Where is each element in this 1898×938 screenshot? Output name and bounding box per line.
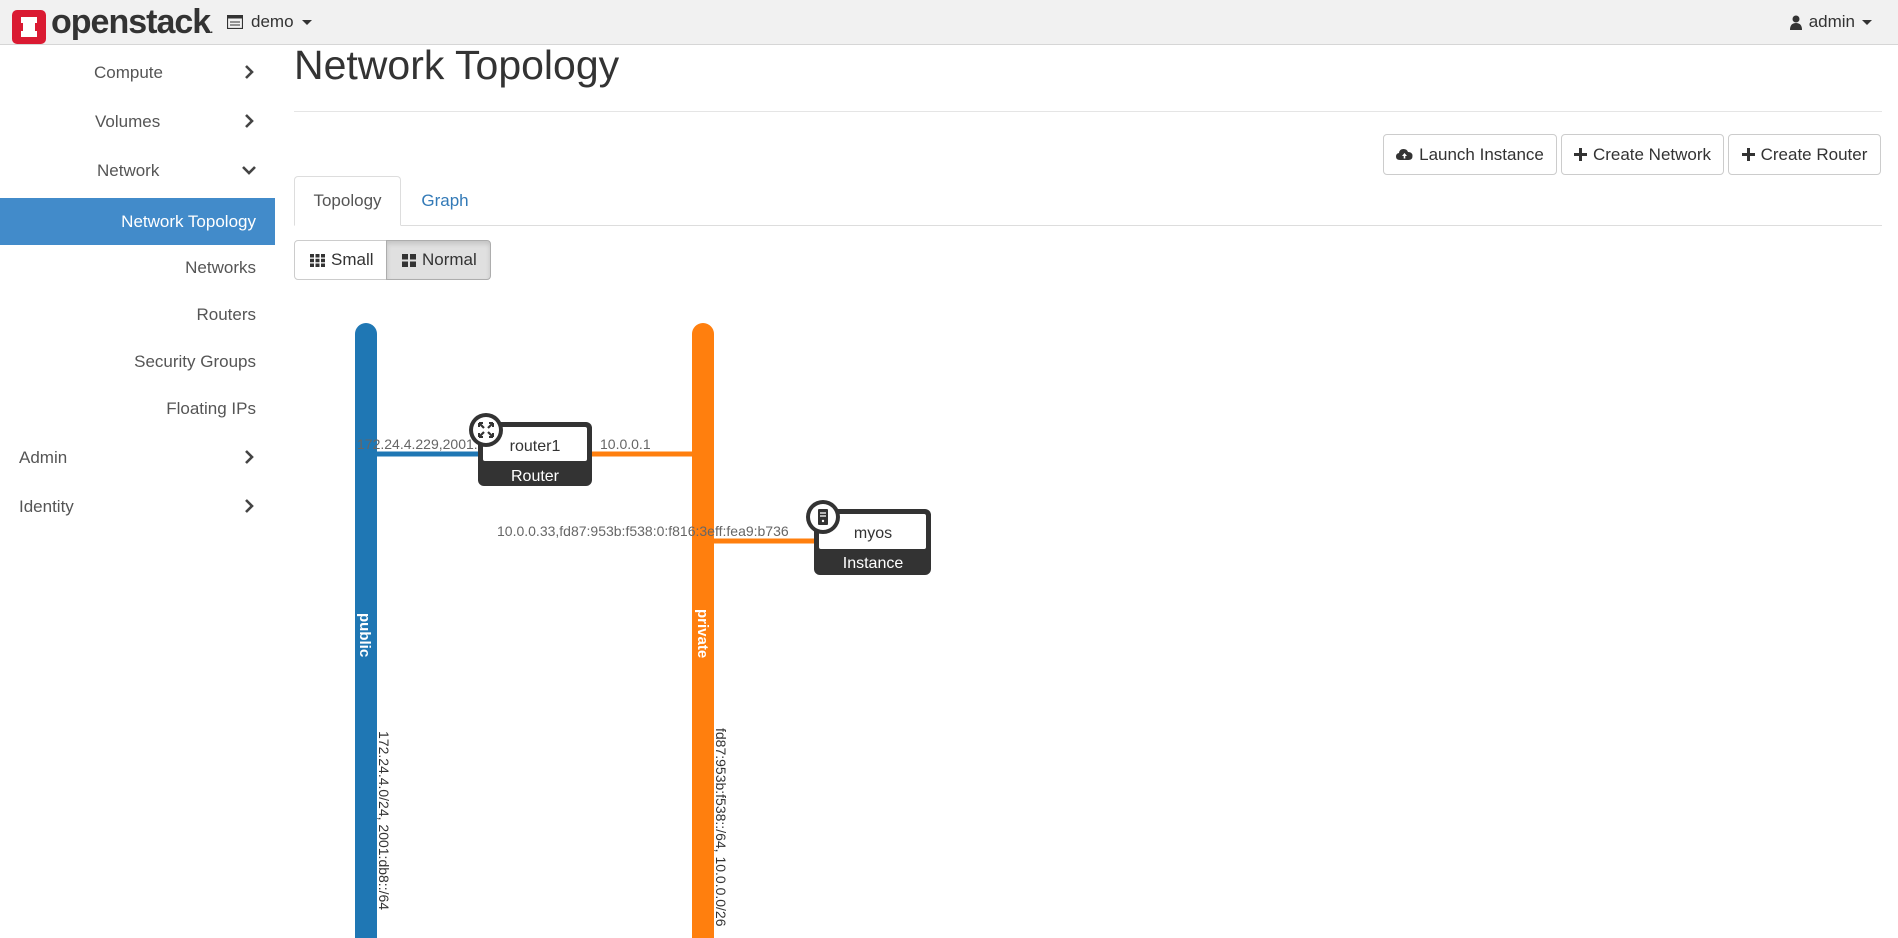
create-router-label: Create Router [1760,144,1868,164]
normal-view-button[interactable]: Normal [386,240,491,280]
chevron-right-icon [245,499,254,513]
create-network-label: Create Network [1592,144,1712,164]
brand-logo-link[interactable]: openstack. [12,3,213,48]
sidebar-item-label: Routers [196,305,256,324]
chevron-right-icon [245,450,254,464]
grid-small-icon [310,253,325,267]
chevron-right-icon [245,65,254,79]
network-public[interactable]: public 172.24.4.0/24, 2001:db8::/64 [355,323,392,938]
launch-instance-label: Launch Instance [1419,144,1544,164]
top-navbar: openstack. demo admin [0,0,1898,45]
sidebar-item-label: Compute [94,63,163,82]
sidebar-item-volumes[interactable]: Volumes [0,99,275,145]
sidebar-item-label: Networks [185,258,256,277]
create-router-button[interactable]: Create Router [1728,134,1881,175]
sidebar-item-compute[interactable]: Compute [0,50,275,96]
openstack-logo-icon [12,9,46,44]
sidebar: Compute Volumes Network Network Topology… [0,45,275,938]
grid-large-icon [402,253,416,267]
chevron-right-icon [245,114,254,128]
sidebar-item-label: Floating IPs [166,399,256,418]
user-name: admin [1808,12,1855,31]
sidebar-item-label: Network Topology [121,212,256,231]
sidebar-item-label: Volumes [95,112,161,131]
chevron-down-icon [242,166,256,175]
tab-graph[interactable]: Graph [405,176,485,226]
launch-instance-button[interactable]: Launch Instance [1383,134,1557,175]
cloud-upload-icon [1396,149,1413,160]
plus-icon [1741,148,1755,161]
caret-down-icon [301,19,312,25]
router-name: router1 [510,438,561,455]
sidebar-item-identity[interactable]: Identity [0,484,275,530]
sidebar-item-security-groups[interactable]: Security Groups [0,341,275,387]
sidebar-item-routers[interactable]: Routers [0,294,275,340]
title-divider [294,111,1882,112]
project-selector[interactable]: demo [227,12,312,32]
sidebar-item-floating-ips[interactable]: Floating IPs [0,388,275,434]
private-network-subnets: fd87:953b:f538::/64, 10.0.0.0/26 [713,728,729,927]
create-network-button[interactable]: Create Network [1561,134,1724,175]
instance-node[interactable]: myos Instance [806,500,931,575]
router-type-label: Router [511,468,560,485]
instance-ip: 10.0.0.33,fd87:953b:f538:0:f816:3eff:fea… [497,523,789,539]
plus-icon [1573,148,1587,161]
normal-view-label: Normal [422,250,477,269]
sidebar-item-label: Network [97,161,160,180]
router-private-ip: 10.0.0.1 [600,436,651,452]
server-icon [806,500,840,534]
small-view-label: Small [331,250,374,269]
instance-name: myos [854,525,892,542]
user-icon [1789,15,1802,30]
private-network-label: private [694,609,711,658]
project-icon [227,15,243,29]
sidebar-item-networks[interactable]: Networks [0,247,275,293]
router-icon [469,413,503,447]
tabs-divider [294,225,1882,226]
project-name: demo [251,12,294,31]
network-private[interactable]: private fd87:953b:f538::/64, 10.0.0.0/26 [692,323,729,938]
page-title: Network Topology [294,42,620,88]
sidebar-item-label: Identity [19,497,74,516]
topology-canvas: public 172.24.4.0/24, 2001:db8::/64 priv… [355,323,931,938]
brand-name: openstack. [51,3,213,41]
router-node[interactable]: router1 Router [469,413,592,486]
sidebar-item-network-topology[interactable]: Network Topology [0,198,275,245]
sidebar-item-admin[interactable]: Admin [0,435,275,481]
instance-type-label: Instance [843,555,904,572]
public-network-subnets: 172.24.4.0/24, 2001:db8::/64 [376,731,392,910]
tab-topology[interactable]: Topology [294,176,401,226]
sidebar-item-label: Admin [19,448,68,467]
sidebar-item-network[interactable]: Network [0,148,275,194]
caret-down-icon [1862,19,1872,25]
user-menu[interactable]: admin [1789,12,1872,32]
public-network-label: public [356,613,373,657]
sidebar-item-label: Security Groups [134,352,256,371]
small-view-button[interactable]: Small [294,240,387,280]
